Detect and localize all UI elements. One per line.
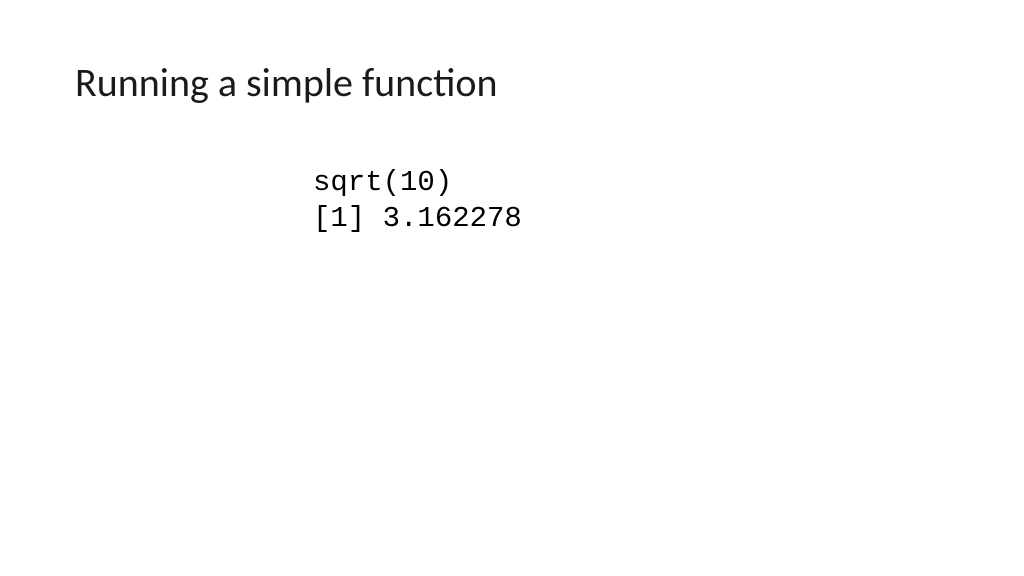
code-output-line: [1] 3.162278 — [313, 202, 522, 235]
code-block: sqrt(10) [1] 3.162278 — [313, 165, 522, 236]
slide-title: Running a simple function — [75, 58, 498, 107]
code-input-line: sqrt(10) — [313, 166, 452, 199]
